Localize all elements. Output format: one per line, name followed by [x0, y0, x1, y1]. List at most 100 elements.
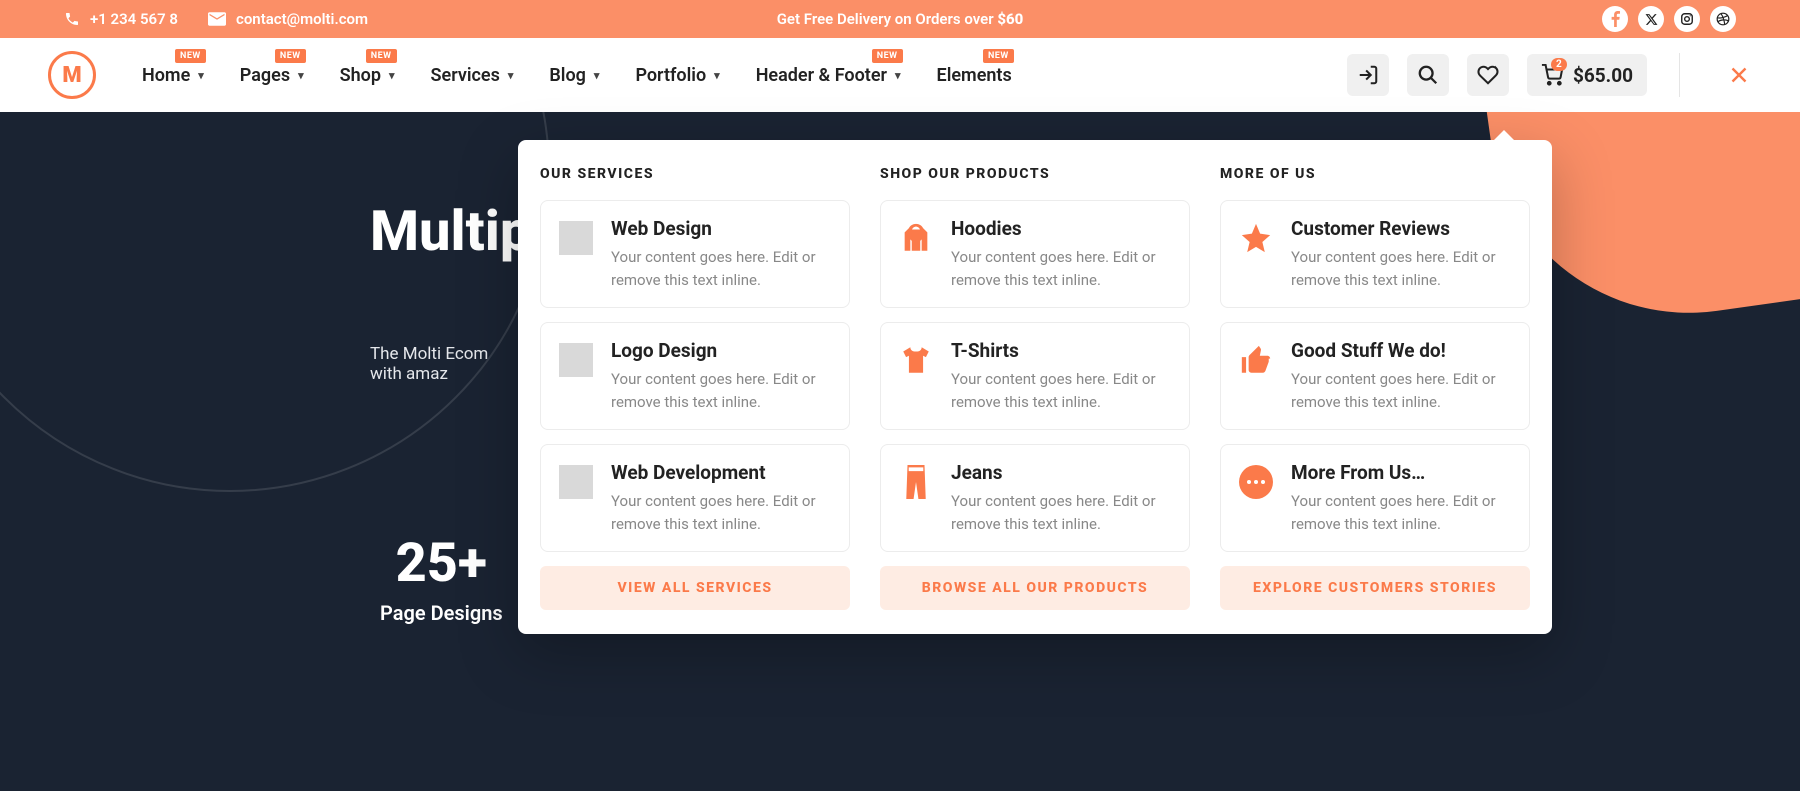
mega-card[interactable]: Jeans Your content goes here. Edit or rem… [880, 444, 1190, 552]
mega-card-title: T-Shirts [951, 339, 1171, 362]
mega-card-title: Web Design [611, 217, 831, 240]
logo[interactable]: M [48, 51, 96, 99]
email-contact[interactable]: contact@molti.com [208, 10, 368, 28]
main-header: M Home▾NEWPages▾NEWShop▾NEWServices▾Blog… [0, 38, 1800, 112]
chevron-down-icon: ▾ [714, 69, 720, 82]
nav-label: Services [431, 65, 500, 86]
nav-label: Blog [549, 65, 586, 86]
mega-cta-button[interactable]: VIEW ALL SERVICES [540, 566, 850, 610]
phone-number: +1 234 567 8 [90, 10, 178, 28]
mega-column: SHOP OUR PRODUCTS Hoodies Your content goe… [880, 166, 1190, 610]
nav-label: Pages [240, 65, 290, 86]
mega-card-desc: Your content goes here. Edit or remove t… [611, 246, 831, 291]
mega-card[interactable]: Hoodies Your content goes here. Edit or r… [880, 200, 1190, 308]
jeans-icon [899, 465, 933, 499]
mega-card-desc: Your content goes here. Edit or remove t… [951, 246, 1171, 291]
heart-icon [1477, 64, 1499, 86]
mega-card-title: Hoodies [951, 217, 1171, 240]
nav-label: Elements [937, 65, 1012, 86]
hoodie-icon [899, 221, 933, 255]
top-bar: +1 234 567 8 contact@molti.com Get Free … [0, 0, 1800, 38]
chevron-down-icon: ▾ [594, 69, 600, 82]
mega-cta-button[interactable]: BROWSE ALL OUR PRODUCTS [880, 566, 1190, 610]
close-icon [1726, 62, 1752, 88]
chevron-down-icon: ▾ [198, 69, 204, 82]
main-nav: Home▾NEWPages▾NEWShop▾NEWServices▾Blog▾P… [142, 65, 1012, 86]
mail-icon [208, 12, 226, 26]
wishlist-button[interactable] [1467, 54, 1509, 96]
stat-number: 25+ [380, 532, 503, 595]
dribbble-icon[interactable] [1710, 6, 1736, 32]
mega-card-desc: Your content goes here. Edit or remove t… [611, 490, 831, 535]
chevron-down-icon: ▾ [298, 69, 304, 82]
chevron-down-icon: ▾ [389, 69, 395, 82]
mega-column-heading: SHOP OUR PRODUCTS [880, 166, 1190, 182]
placeholder-icon [559, 221, 593, 255]
mega-column: MORE OF USCustomer ReviewsYour content g… [1220, 166, 1530, 610]
hero-title: Multip [370, 198, 531, 264]
mega-card-desc: Your content goes here. Edit or remove t… [951, 368, 1171, 413]
mega-card-title: Good Stuff We do! [1291, 339, 1511, 362]
search-button[interactable] [1407, 54, 1449, 96]
nav-label: Home [142, 65, 190, 86]
mega-card-title: Logo Design [611, 339, 831, 362]
nav-label: Portfolio [635, 65, 706, 86]
promo-banner: Get Free Delivery on Orders over $60 [777, 10, 1024, 28]
nav-item-elements[interactable]: ElementsNEW [937, 65, 1012, 86]
close-button[interactable] [1726, 62, 1752, 88]
mega-card[interactable]: Customer Reviews Your content goes here. … [1220, 200, 1530, 308]
mega-card-title: Customer Reviews [1291, 217, 1511, 240]
mega-card-desc: Your content goes here. Edit or remove t… [1291, 368, 1511, 413]
email-address: contact@molti.com [236, 10, 368, 28]
mega-card[interactable]: More From Us…Your content goes here. Edi… [1220, 444, 1530, 552]
phone-contact[interactable]: +1 234 567 8 [64, 10, 178, 28]
new-badge: NEW [872, 49, 903, 63]
mega-card-desc: Your content goes here. Edit or remove t… [1291, 490, 1511, 535]
new-badge: NEW [366, 49, 397, 63]
nav-item-header-footer[interactable]: Header & Footer▾NEW [756, 65, 901, 86]
mega-cta-button[interactable]: EXPLORE CUSTOMERS STORIES [1220, 566, 1530, 610]
nav-item-portfolio[interactable]: Portfolio ▾ [635, 65, 719, 86]
separator [1679, 53, 1680, 97]
cart-button[interactable]: 2 $65.00 [1527, 54, 1647, 96]
mega-card[interactable]: Good Stuff We do! Your content goes here.… [1220, 322, 1530, 430]
mega-card-desc: Your content goes here. Edit or remove t… [611, 368, 831, 413]
mega-card[interactable]: Logo Design Your content goes here. Edit … [540, 322, 850, 430]
chevron-down-icon: ▾ [895, 69, 901, 82]
x-icon[interactable] [1638, 6, 1664, 32]
phone-icon [64, 11, 80, 27]
instagram-icon[interactable] [1674, 6, 1700, 32]
mega-card[interactable]: Web Development Your content goes here. E… [540, 444, 850, 552]
hero-description: The Molti Ecom with amaz [370, 344, 531, 384]
login-button[interactable] [1347, 54, 1389, 96]
mega-card-desc: Your content goes here. Edit or remove t… [1291, 246, 1511, 291]
login-icon [1357, 64, 1379, 86]
cart-count-badge: 2 [1551, 58, 1567, 71]
new-badge: NEW [983, 49, 1014, 63]
nav-item-shop[interactable]: Shop▾NEW [340, 65, 395, 86]
nav-label: Shop [340, 65, 381, 86]
mega-card-title: Web Development [611, 461, 831, 484]
new-badge: NEW [175, 49, 206, 63]
stat-label: Page Designs [380, 601, 503, 625]
mega-card-title: Jeans [951, 461, 1171, 484]
facebook-icon[interactable] [1602, 6, 1628, 32]
nav-item-home[interactable]: Home▾NEW [142, 65, 204, 86]
thumb-icon [1239, 343, 1273, 377]
mega-column-heading: OUR SERVICES [540, 166, 850, 182]
new-badge: NEW [275, 49, 306, 63]
placeholder-icon [559, 343, 593, 377]
nav-item-blog[interactable]: Blog ▾ [549, 65, 599, 86]
mega-card-desc: Your content goes here. Edit or remove t… [951, 490, 1171, 535]
mega-menu: OUR SERVICES Web Design Your content goes … [518, 140, 1552, 634]
cart-total: $65.00 [1573, 64, 1633, 87]
placeholder-icon [559, 465, 593, 499]
star-icon [1239, 221, 1273, 255]
nav-item-services[interactable]: Services▾ [431, 65, 514, 86]
tshirt-icon [899, 343, 933, 377]
mega-card[interactable]: Web Design Your content goes here. Edit o… [540, 200, 850, 308]
more-icon [1239, 465, 1273, 499]
nav-item-pages[interactable]: Pages▾NEW [240, 65, 304, 86]
mega-card[interactable]: T-Shirts Your content goes here. Edit or … [880, 322, 1190, 430]
nav-label: Header & Footer [756, 65, 887, 86]
